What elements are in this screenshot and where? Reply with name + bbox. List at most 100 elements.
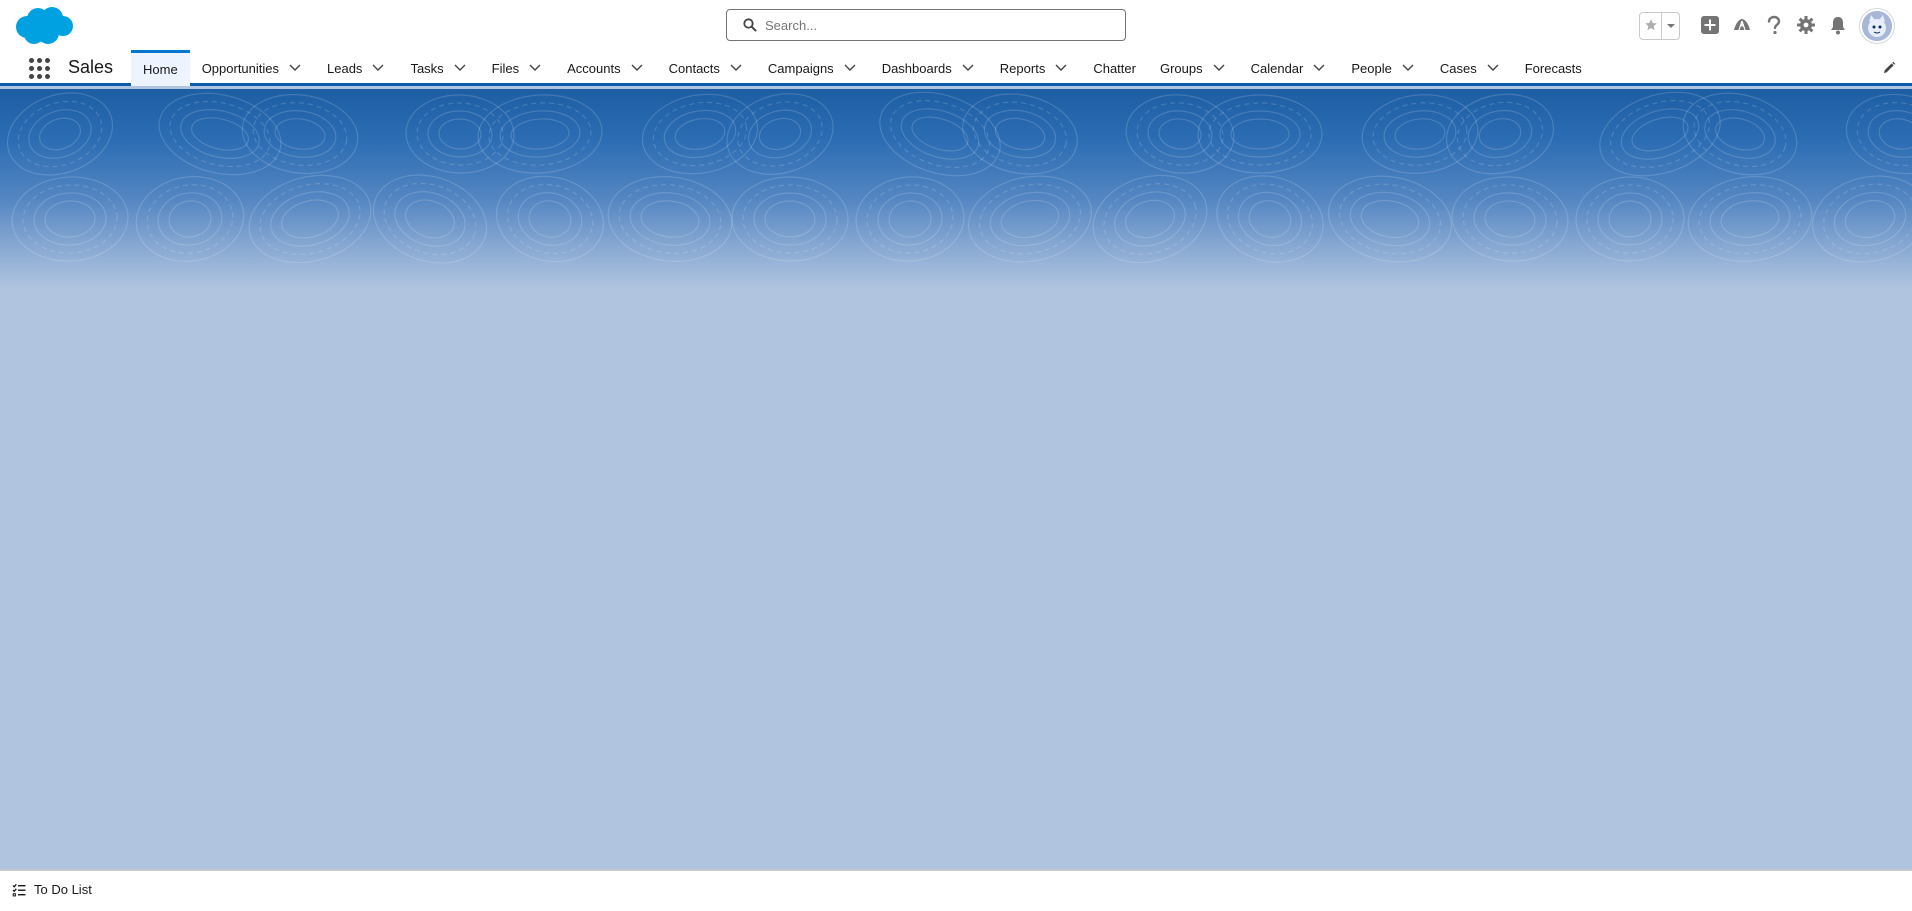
contour-line (1575, 176, 1685, 262)
chevron-down-icon[interactable] (1487, 61, 1501, 75)
contour-line (1394, 118, 1446, 150)
global-search[interactable] (726, 9, 1126, 41)
checklist-icon (12, 883, 26, 897)
contour-line (888, 200, 932, 238)
contour-line (1609, 99, 1711, 169)
contour-line (972, 101, 1068, 167)
contour-line (1599, 91, 1721, 177)
nav-item-label: Tasks (410, 60, 444, 76)
contour-line (1216, 175, 1324, 263)
edit-nav-button[interactable] (1882, 61, 1896, 75)
nav-item-label: Calendar (1250, 60, 1304, 76)
chevron-down-icon[interactable] (372, 61, 386, 75)
nav-item-dashboards[interactable]: Dashboards (870, 50, 988, 86)
contour-line (1230, 118, 1290, 150)
nav-item-people[interactable]: People (1339, 50, 1427, 86)
nav-item-chatter[interactable]: Chatter (1081, 50, 1148, 86)
nav-item-contacts[interactable]: Contacts (657, 50, 756, 86)
utility-bar: To Do List (0, 869, 1912, 911)
contour-line (764, 200, 816, 238)
topographic-pattern (6, 91, 1912, 264)
waffle-dot (45, 74, 50, 79)
global-actions-button[interactable] (1694, 10, 1726, 42)
avatar[interactable] (1860, 9, 1894, 43)
nav-item-campaigns[interactable]: Campaigns (756, 50, 870, 86)
nav-item-home[interactable]: Home (131, 50, 190, 86)
chevron-down-icon[interactable] (631, 61, 645, 75)
contour-line (44, 200, 96, 238)
contour-line (1147, 110, 1213, 158)
contour-line (855, 176, 965, 262)
contour-line (510, 118, 570, 150)
nav-item-opportunities[interactable]: Opportunities (190, 50, 315, 86)
trailhead-button[interactable] (1726, 10, 1758, 42)
contour-line (968, 175, 1092, 263)
contour-line (33, 192, 107, 246)
contour-line (1878, 118, 1912, 150)
contour-line (1845, 93, 1912, 175)
contour-line (39, 117, 81, 151)
setup-button[interactable] (1790, 10, 1822, 42)
nav-item-label: Opportunities (201, 60, 280, 76)
nav-item-label: Dashboards (881, 60, 952, 76)
chevron-down-icon[interactable] (730, 61, 744, 75)
contour-line (1484, 200, 1536, 238)
notifications-button[interactable] (1822, 10, 1854, 42)
contour-line (405, 199, 455, 239)
contour-line (879, 91, 1001, 177)
chevron-down-icon[interactable] (1213, 61, 1227, 75)
nav-item-forecasts[interactable]: Forecasts (1513, 50, 1594, 86)
chevron-down-icon[interactable] (962, 61, 976, 75)
nav-item-reports[interactable]: Reports (988, 50, 1082, 86)
help-button[interactable] (1758, 10, 1790, 42)
contour-line (1208, 102, 1312, 166)
contour-line (438, 118, 482, 150)
gear-icon (1796, 15, 1816, 38)
contour-line (1467, 109, 1533, 159)
nav-item-calendar[interactable]: Calendar (1239, 50, 1340, 86)
contour-line (28, 109, 92, 159)
contour-line (1822, 183, 1912, 255)
nav-item-accounts[interactable]: Accounts (555, 50, 656, 86)
waffle-dot (37, 66, 42, 71)
contour-line (1867, 110, 1912, 158)
contour-line (640, 200, 700, 238)
salesforce-logo[interactable] (14, 5, 74, 47)
waffle-dot (45, 66, 50, 71)
nav-item-files[interactable]: Files (480, 50, 555, 86)
contour-line (1328, 175, 1452, 263)
contour-line (405, 94, 515, 174)
chevron-down-icon[interactable] (289, 61, 303, 75)
app-launcher-button[interactable] (29, 58, 51, 80)
star-icon (1644, 18, 1658, 35)
chevron-down-icon[interactable] (1402, 61, 1416, 75)
bell-icon (1829, 15, 1847, 38)
contour-line (17, 100, 103, 168)
search-input[interactable] (765, 17, 1105, 33)
contour-line (1114, 191, 1186, 247)
contour-line (1360, 199, 1420, 239)
nav-item-tasks[interactable]: Tasks (398, 50, 479, 86)
nav-item-cases[interactable]: Cases (1428, 50, 1513, 86)
contour-line (726, 93, 834, 175)
contour-line (270, 191, 350, 247)
contour-line (1473, 192, 1547, 246)
contour-line (1812, 175, 1912, 263)
favorites-group (1639, 12, 1680, 40)
nav-item-label: People (1351, 60, 1392, 76)
chevron-down-icon[interactable] (1055, 61, 1069, 75)
todo-list-button[interactable]: To Do List (12, 882, 92, 897)
main-content-area (0, 289, 1912, 869)
favorites-button[interactable] (1640, 13, 1662, 39)
chevron-down-icon[interactable] (1313, 61, 1327, 75)
nav-item-groups[interactable]: Groups (1148, 50, 1239, 86)
nav-item-leads[interactable]: Leads (315, 50, 398, 86)
contour-line (742, 184, 838, 254)
chevron-down-icon[interactable] (529, 61, 543, 75)
contour-line (1709, 192, 1791, 246)
chevron-down-icon[interactable] (454, 61, 468, 75)
favorites-list-button[interactable] (1662, 13, 1679, 39)
contour-line (259, 183, 361, 255)
chevron-down-icon[interactable] (844, 61, 858, 75)
contour-line (1620, 108, 1700, 160)
